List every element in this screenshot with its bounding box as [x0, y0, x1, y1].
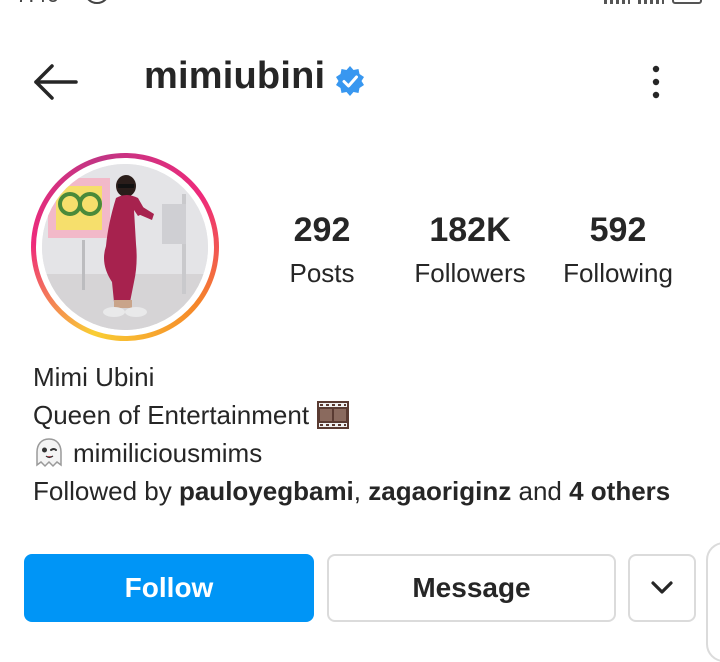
followed-by-others[interactable]: 4 others	[569, 472, 670, 510]
avatar-border	[36, 158, 214, 336]
followed-by-user-1[interactable]: pauloyegbami	[179, 472, 354, 510]
ghost-icon	[33, 437, 65, 469]
stat-posts-label: Posts	[289, 258, 355, 288]
profile-bio: Mimi Ubini Queen of Entertainment mimili…	[33, 358, 670, 510]
profile-username: mimiubini	[144, 55, 326, 97]
profile-avatar[interactable]	[31, 153, 219, 341]
stat-posts-number: 292	[293, 211, 351, 249]
message-button[interactable]: Message	[327, 554, 616, 622]
snapchat-handle[interactable]: mimiliciousmims	[73, 434, 262, 472]
battery-icon	[672, 0, 702, 4]
profile-name: Mimi Ubini	[33, 362, 155, 392]
stat-followers-label: Followers	[414, 258, 526, 288]
followed-by-line[interactable]: Followed by pauloyegbami , zagaoriginz a…	[33, 472, 670, 510]
stat-following-number: 592	[589, 211, 647, 249]
stat-posts[interactable]: 292 Posts	[272, 210, 372, 289]
status-notification-icon	[84, 0, 110, 4]
stat-following[interactable]: 592 Following	[552, 210, 684, 289]
partial-card-edge	[706, 542, 720, 662]
back-arrow-icon[interactable]	[30, 60, 80, 104]
followed-by-user-2[interactable]: zagaoriginz	[368, 472, 511, 510]
bio-line: Queen of Entertainment	[33, 396, 670, 434]
more-vertical-icon[interactable]	[640, 62, 672, 102]
follow-button[interactable]: Follow	[24, 554, 314, 622]
signal-icon-2	[638, 0, 664, 4]
bio-text: Queen of Entertainment	[33, 400, 310, 430]
status-time: 7:46	[16, 0, 59, 8]
chevron-down-icon	[649, 572, 675, 604]
status-indicators	[604, 0, 702, 4]
stat-following-label: Following	[563, 258, 673, 288]
suggested-dropdown-button[interactable]	[628, 554, 696, 622]
signal-icon	[604, 0, 630, 4]
stat-followers[interactable]: 182K Followers	[402, 210, 538, 289]
followed-by-prefix: Followed by	[33, 476, 179, 506]
followed-by-and: and	[511, 476, 570, 506]
verified-badge-icon	[334, 65, 366, 97]
avatar-photo	[42, 164, 208, 330]
film-frames-icon	[317, 401, 350, 429]
stat-followers-number: 182K	[429, 211, 511, 249]
snapchat-line: mimiliciousmims	[33, 434, 670, 472]
followed-by-separator: ,	[353, 476, 369, 506]
